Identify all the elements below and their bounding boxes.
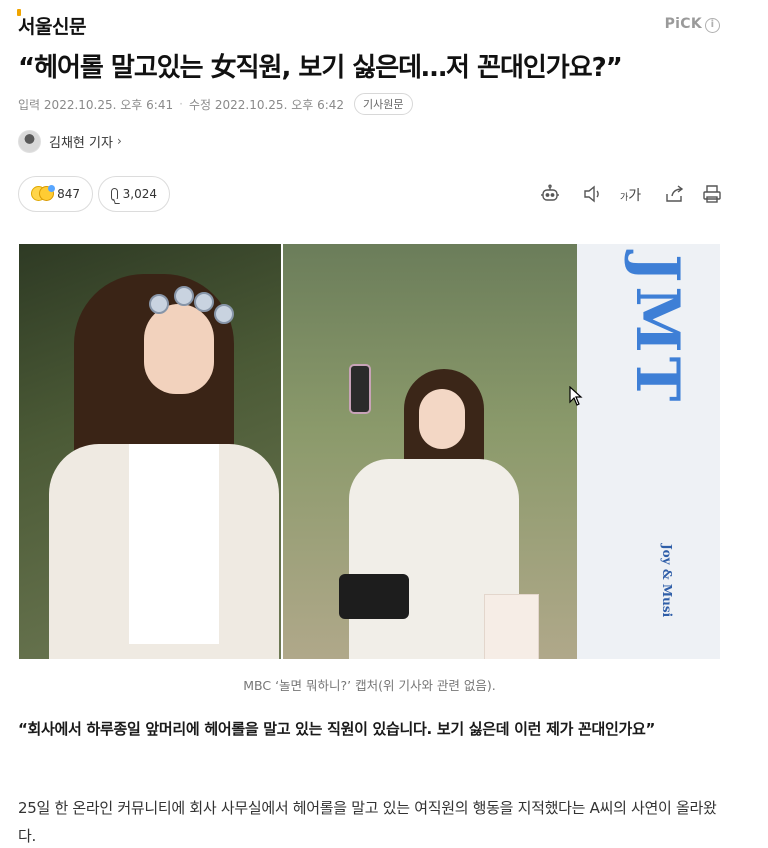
pick-badge[interactable]: PiCK i	[665, 16, 720, 33]
sign-subtext: Joy & Musi	[660, 544, 674, 618]
article-lead: “회사에서 하루종일 앞머리에 헤어롤을 말고 있는 직원이 있습니다. 보기 …	[18, 720, 656, 738]
reaction-emoji-icon	[31, 185, 55, 203]
meta-separator: ·	[179, 97, 183, 111]
person-taking-selfie	[309, 364, 539, 659]
publisher-logo[interactable]: 서울신문	[17, 9, 86, 39]
sign-letters: JMT	[622, 254, 692, 406]
info-icon[interactable]: i	[705, 18, 720, 33]
article-title: “헤어롤 말고있는 女직원, 보기 싫은데…저 꼰대인가요?”	[18, 53, 623, 83]
chevron-right-icon: ›	[116, 134, 122, 148]
logo-mark-icon	[17, 9, 21, 16]
font-size-button[interactable]: 가가	[620, 185, 644, 209]
photo-sign-wall: JMT Joy & Musi	[577, 244, 720, 659]
phone-icon	[349, 364, 371, 414]
reaction-button[interactable]: 847	[18, 176, 93, 212]
author-link[interactable]: 김채현 기자 ›	[18, 129, 122, 153]
person-with-hair-rollers	[49, 264, 279, 659]
article-paragraph: 25일 한 온라인 커뮤니티에 회사 사무실에서 헤어롤을 말고 있는 여직원의…	[18, 799, 717, 845]
modified-time: 2022.10.25. 오후 6:42	[214, 97, 345, 112]
pick-label: PiCK	[664, 16, 702, 32]
photo-divider	[281, 244, 283, 659]
photo-caption: MBC ‘놀면 뭐하니?’ 캡처(위 기사와 관련 없음).	[243, 678, 496, 693]
font-size-large-glyph: 가	[628, 188, 642, 204]
robot-summary-icon[interactable]	[539, 183, 563, 207]
comment-count: 3,024	[122, 187, 157, 201]
reaction-count: 847	[57, 187, 80, 201]
comment-bubble-icon	[111, 187, 118, 201]
print-icon[interactable]	[701, 183, 725, 207]
share-icon[interactable]	[663, 183, 687, 207]
article-photo: JMT Joy & Musi	[19, 244, 720, 659]
article-meta: 입력 2022.10.25. 오후 6:41 · 수정 2022.10.25. …	[18, 93, 413, 115]
comment-button[interactable]: 3,024	[98, 176, 170, 212]
input-time: 2022.10.25. 오후 6:41	[43, 97, 174, 112]
author-name: 김채현 기자	[49, 135, 113, 151]
speaker-icon[interactable]	[581, 183, 605, 207]
input-label: 입력	[18, 97, 41, 112]
action-bar: 847 3,024 가가	[18, 176, 721, 214]
publisher-name: 서울신문	[18, 16, 86, 38]
original-article-button[interactable]: 기사원문	[354, 93, 413, 115]
top-bar: 서울신문 PiCK i	[17, 9, 720, 40]
author-avatar	[18, 129, 41, 153]
modified-label: 수정	[188, 97, 212, 112]
mouse-cursor-icon	[569, 386, 583, 406]
